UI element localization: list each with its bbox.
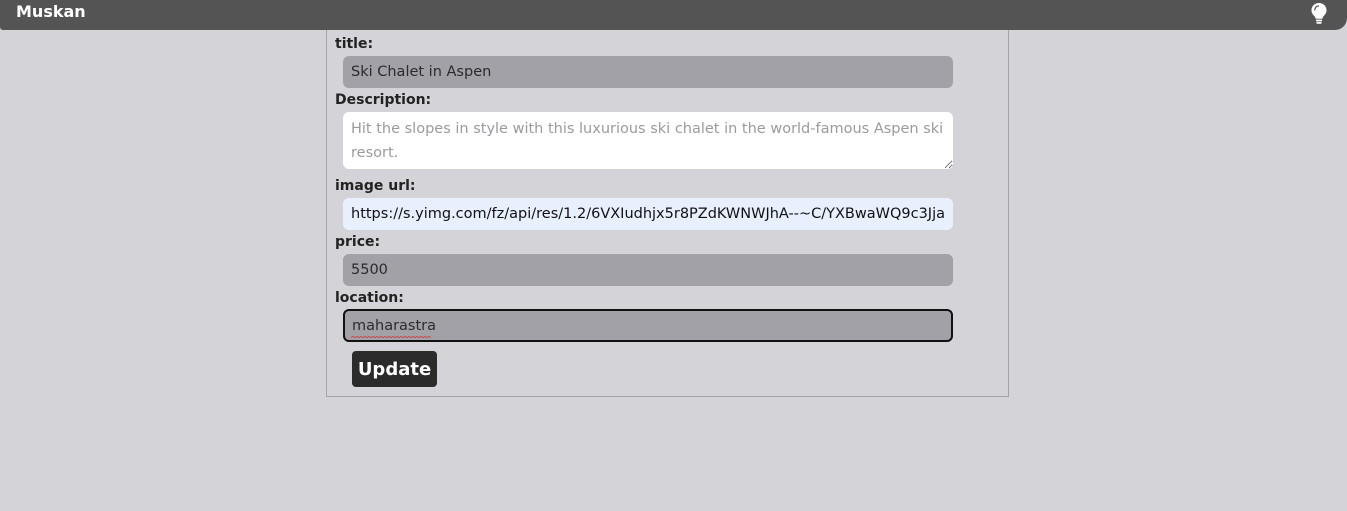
description-label: Description: [335,92,432,108]
title-label: title: [335,36,374,52]
price-input[interactable] [343,254,953,286]
location-label: location: [335,290,404,306]
location-input[interactable] [343,309,953,342]
price-label: price: [335,234,381,250]
lightbulb-icon[interactable] [1308,1,1330,25]
image-url-label: image url: [335,178,416,194]
image-url-input[interactable] [343,198,953,230]
edit-listing-form: title: Description: image url: price: lo… [326,30,1009,397]
top-navbar: Muskan [0,0,1347,30]
brand-name[interactable]: Muskan [16,3,86,21]
description-textarea[interactable] [343,112,953,169]
update-button[interactable]: Update [352,351,437,387]
title-input[interactable] [343,56,953,88]
